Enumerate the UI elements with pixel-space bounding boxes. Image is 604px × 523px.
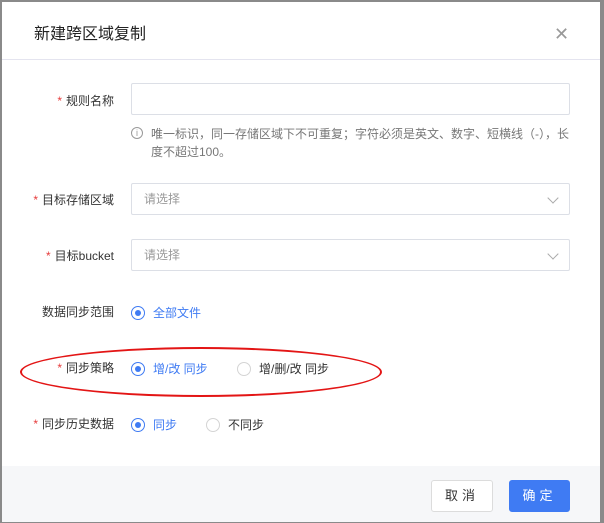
info-icon: i: [131, 127, 143, 139]
radio-checked: [131, 305, 145, 320]
radio-unchecked: [237, 361, 251, 376]
target-bucket-label: * 目标bucket: [45, 249, 114, 263]
dialog-footer: 取消 确定: [2, 466, 600, 522]
cancel-button[interactable]: 取消: [431, 480, 493, 512]
radio-label: 同步: [153, 418, 178, 432]
radio-label: 全部文件: [153, 306, 202, 320]
radio-checked: [131, 361, 145, 376]
radio-label: 增/删/改 同步: [259, 362, 330, 376]
label-text: 目标bucket: [54, 249, 114, 263]
radio-all-files[interactable]: 全部文件: [131, 304, 201, 321]
radio-add-modify-sync[interactable]: 增/改 同步: [131, 360, 208, 377]
create-cross-region-replication-dialog: 新建跨区域复制 ✕ * 规则名称 i 唯一标识，同一存储区域下不可重复；字符必须是英…: [2, 2, 600, 522]
label-text: 同步策略: [65, 361, 114, 375]
rule-name-input[interactable]: [131, 83, 570, 115]
target-bucket-select[interactable]: 请选择: [131, 239, 570, 271]
placeholder: 请选择: [144, 248, 181, 262]
label-text: 目标存储区域: [41, 193, 114, 207]
rule-name-help: i 唯一标识，同一存储区域下不可重复；字符必须是英文、数字、短横线（-），长度不超…: [131, 125, 571, 161]
help-text: 唯一标识，同一存储区域下不可重复；字符必须是英文、数字、短横线（-），长度不超过…: [151, 127, 569, 159]
radio-label: 不同步: [228, 418, 265, 432]
radio-sync-history[interactable]: 同步: [131, 416, 177, 433]
radio-no-sync-history[interactable]: 不同步: [206, 416, 264, 433]
placeholder: 请选择: [144, 192, 181, 206]
target-region-label: * 目标存储区域: [33, 193, 114, 207]
dialog-header: 新建跨区域复制 ✕: [2, 2, 600, 60]
radio-add-delete-modify-sync[interactable]: 增/删/改 同步: [237, 360, 329, 377]
label-text: 规则名称: [65, 94, 114, 108]
dialog-title: 新建跨区域复制: [34, 26, 147, 43]
confirm-button[interactable]: 确定: [509, 480, 570, 512]
sync-history-label: * 同步历史数据: [33, 417, 114, 431]
target-region-select[interactable]: 请选择: [131, 183, 570, 215]
radio-label: 增/改 同步: [153, 362, 208, 376]
label-text: 同步历史数据: [41, 417, 114, 431]
chevron-down-icon: [547, 192, 559, 204]
rule-name-label: * 规则名称: [57, 94, 114, 108]
radio-unchecked: [206, 417, 220, 432]
radio-checked: [131, 417, 145, 432]
sync-scope-label: 数据同步范围: [41, 305, 114, 319]
sync-policy-label: * 同步策略: [57, 361, 114, 375]
chevron-down-icon: [547, 248, 559, 260]
close-icon[interactable]: ✕: [554, 24, 569, 45]
